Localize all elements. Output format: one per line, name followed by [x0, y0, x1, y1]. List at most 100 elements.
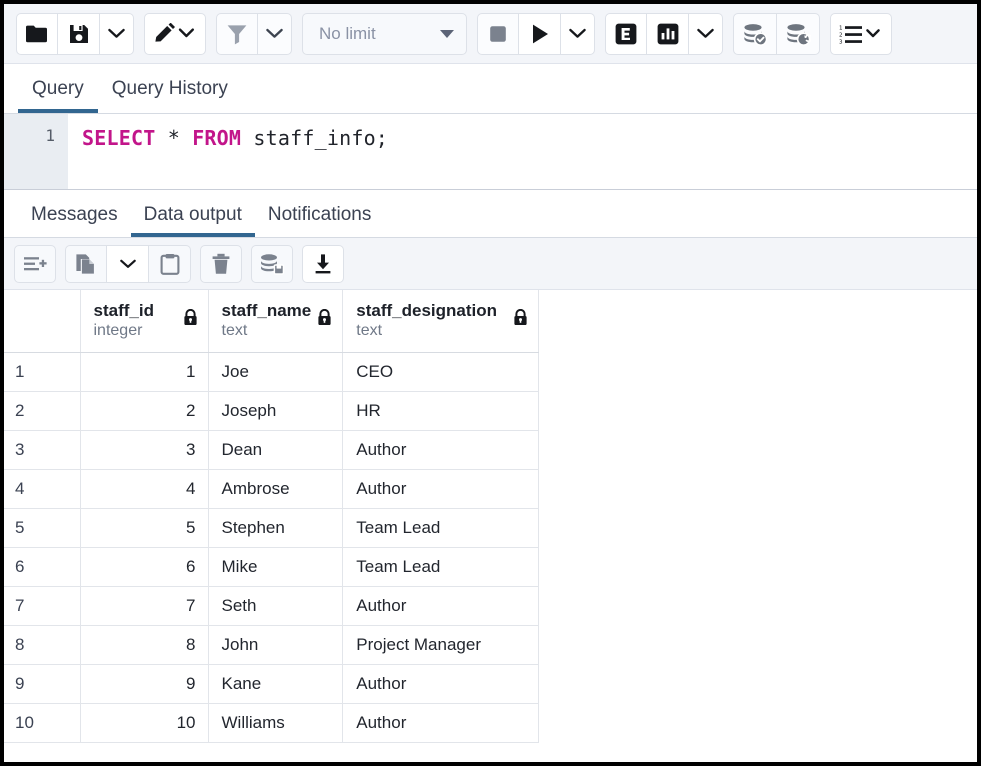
sql-code[interactable]: SELECT * FROM staff_info; [68, 114, 977, 189]
column-type: text [222, 321, 312, 342]
table-row[interactable]: 1010WilliamsAuthor [4, 703, 539, 742]
cell-staff-designation[interactable]: Team Lead [343, 508, 539, 547]
cell-staff-name[interactable]: Ambrose [208, 469, 343, 508]
column-name: staff_id [94, 300, 154, 321]
copy-options-button[interactable] [107, 245, 149, 283]
cell-staff-designation[interactable]: HR [343, 391, 539, 430]
table-row[interactable]: 33DeanAuthor [4, 430, 539, 469]
table-row[interactable]: 99KaneAuthor [4, 664, 539, 703]
filter-button[interactable] [216, 13, 258, 55]
table-row[interactable]: 11JoeCEO [4, 352, 539, 391]
cell-staff-id[interactable]: 7 [80, 586, 208, 625]
lock-icon [513, 300, 528, 331]
sql-keyword-from: FROM [192, 126, 241, 150]
cell-staff-name[interactable]: Seth [208, 586, 343, 625]
cell-staff-id[interactable]: 8 [80, 625, 208, 664]
tab-notifications[interactable]: Notifications [255, 205, 385, 237]
execute-options-button[interactable] [561, 13, 595, 55]
row-number-header[interactable] [4, 290, 80, 352]
table-row[interactable]: 77SethAuthor [4, 586, 539, 625]
paste-button[interactable] [149, 245, 191, 283]
explain-button[interactable] [605, 13, 647, 55]
cell-staff-designation[interactable]: Team Lead [343, 547, 539, 586]
download-button[interactable] [302, 245, 344, 283]
tab-query[interactable]: Query [18, 79, 98, 113]
tab-data-output[interactable]: Data output [131, 205, 255, 237]
cell-staff-designation[interactable]: Author [343, 430, 539, 469]
cell-staff-id[interactable]: 3 [80, 430, 208, 469]
filter-button-group [216, 13, 292, 55]
column-header-staff-designation[interactable]: staff_designation text [343, 290, 539, 352]
stop-button[interactable] [477, 13, 519, 55]
cell-staff-designation[interactable]: Author [343, 469, 539, 508]
row-limit-value: No limit [319, 24, 376, 44]
row-number-cell[interactable]: 4 [4, 469, 80, 508]
cell-staff-id[interactable]: 2 [80, 391, 208, 430]
delete-row-button[interactable] [200, 245, 242, 283]
filter-options-button[interactable] [258, 13, 292, 55]
column-header-staff-name[interactable]: staff_name text [208, 290, 343, 352]
copy-button[interactable] [65, 245, 107, 283]
cell-staff-designation[interactable]: CEO [343, 352, 539, 391]
data-output-toolbar [4, 238, 977, 290]
cell-staff-name[interactable]: Stephen [208, 508, 343, 547]
cell-staff-id[interactable]: 10 [80, 703, 208, 742]
explain-analyze-button[interactable] [647, 13, 689, 55]
explain-options-button[interactable] [689, 13, 723, 55]
cell-staff-id[interactable]: 1 [80, 352, 208, 391]
cell-staff-designation[interactable]: Author [343, 664, 539, 703]
table-row[interactable]: 55StephenTeam Lead [4, 508, 539, 547]
edit-button[interactable] [144, 13, 206, 55]
svg-text:2: 2 [839, 32, 843, 38]
result-table-body: 11JoeCEO22JosephHR33DeanAuthor44AmbroseA… [4, 352, 539, 742]
open-file-button[interactable] [16, 13, 58, 55]
row-number-cell[interactable]: 1 [4, 352, 80, 391]
cell-staff-id[interactable]: 9 [80, 664, 208, 703]
table-row[interactable]: 88JohnProject Manager [4, 625, 539, 664]
data-output-grid: staff_id integer staff_name [4, 290, 977, 762]
cell-staff-name[interactable]: John [208, 625, 343, 664]
add-row-button[interactable] [14, 245, 56, 283]
row-limit-select[interactable]: No limit [302, 13, 467, 55]
cell-staff-designation[interactable]: Author [343, 586, 539, 625]
cell-staff-id[interactable]: 5 [80, 508, 208, 547]
execute-button[interactable] [519, 13, 561, 55]
commit-button[interactable] [733, 13, 777, 55]
cell-staff-name[interactable]: Joseph [208, 391, 343, 430]
delete-group [200, 245, 242, 283]
row-number-cell[interactable]: 9 [4, 664, 80, 703]
column-header-staff-id[interactable]: staff_id integer [80, 290, 208, 352]
file-button-group [16, 13, 134, 55]
cell-staff-name[interactable]: Dean [208, 430, 343, 469]
table-row[interactable]: 22JosephHR [4, 391, 539, 430]
cell-staff-id[interactable]: 6 [80, 547, 208, 586]
save-data-button[interactable] [251, 245, 293, 283]
tab-messages[interactable]: Messages [18, 205, 131, 237]
cell-staff-designation[interactable]: Author [343, 703, 539, 742]
row-number-cell[interactable]: 10 [4, 703, 80, 742]
download-group [302, 245, 344, 283]
table-row[interactable]: 66MikeTeam Lead [4, 547, 539, 586]
sql-editor[interactable]: 1 SELECT * FROM staff_info; [4, 114, 977, 190]
row-number-cell[interactable]: 3 [4, 430, 80, 469]
save-file-button[interactable] [58, 13, 100, 55]
save-options-button[interactable] [100, 13, 134, 55]
cell-staff-name[interactable]: Williams [208, 703, 343, 742]
row-number-cell[interactable]: 7 [4, 586, 80, 625]
lock-icon [317, 300, 332, 331]
row-number-cell[interactable]: 5 [4, 508, 80, 547]
cell-staff-name[interactable]: Kane [208, 664, 343, 703]
row-number-cell[interactable]: 6 [4, 547, 80, 586]
cell-staff-name[interactable]: Mike [208, 547, 343, 586]
table-row[interactable]: 44AmbroseAuthor [4, 469, 539, 508]
copy-group [65, 245, 191, 283]
cell-staff-designation[interactable]: Project Manager [343, 625, 539, 664]
result-table: staff_id integer staff_name [4, 290, 539, 743]
cell-staff-name[interactable]: Joe [208, 352, 343, 391]
tab-query-history[interactable]: Query History [98, 79, 242, 113]
cell-staff-id[interactable]: 4 [80, 469, 208, 508]
rollback-button[interactable] [777, 13, 820, 55]
row-number-cell[interactable]: 8 [4, 625, 80, 664]
row-number-cell[interactable]: 2 [4, 391, 80, 430]
macros-button[interactable]: 1 2 3 [830, 13, 892, 55]
